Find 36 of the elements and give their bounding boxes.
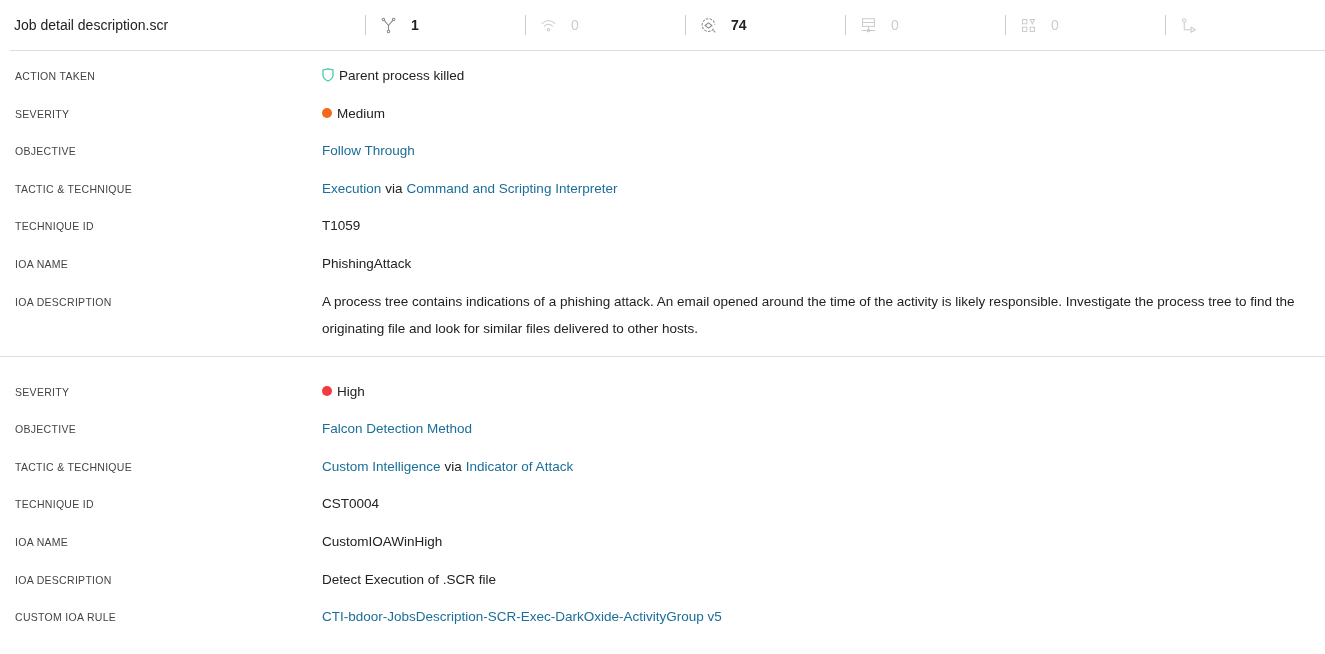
field-label: OBJECTIVE xyxy=(14,144,78,158)
link[interactable]: CTI-bdoor-JobsDescription-SCR-Exec-DarkOxide-ActivityGroup v5 xyxy=(322,609,722,625)
field-label: OBJECTIVE xyxy=(14,422,78,436)
field-label: IOA NAME xyxy=(14,256,70,270)
stat-count: 74 xyxy=(731,17,747,33)
field-value: CST0004 xyxy=(322,496,380,512)
link[interactable]: Follow Through xyxy=(322,143,415,159)
field-label: ACTION TAKEN xyxy=(14,69,97,82)
file-title: Job detail description.scr xyxy=(13,17,170,33)
field-label: TACTIC & TECHNIQUE xyxy=(14,181,134,195)
field-value: Parent process killed xyxy=(339,68,465,83)
link[interactable]: Indicator of Attack xyxy=(465,458,574,474)
link[interactable]: Falcon Detection Method xyxy=(322,421,473,437)
field-label: CUSTOM IOA RULE xyxy=(14,610,118,624)
link[interactable]: Custom Intelligence xyxy=(322,458,441,474)
field-value: A process tree contains indications of a phishing attack. An email opened around the time of the activity is likely responsible. Investigate the process tree to find the originating file and look for similar files delivered to other hosts. xyxy=(322,293,1295,336)
field-value: CustomIOAWinHigh xyxy=(322,533,443,549)
field-label: TECHNIQUE ID xyxy=(14,497,95,511)
field-label: SEVERITY xyxy=(14,384,71,398)
field-label: TACTIC & TECHNIQUE xyxy=(14,459,134,473)
field-label: TECHNIQUE ID xyxy=(14,219,95,233)
field-value: T1059 xyxy=(322,218,361,234)
field-label: IOA DESCRIPTION xyxy=(14,572,113,586)
shield-icon xyxy=(322,68,334,82)
field-label: IOA NAME xyxy=(14,534,70,548)
link[interactable]: Command and Scripting Interpreter xyxy=(406,180,618,196)
field-value: via xyxy=(444,458,462,474)
field-value: Medium xyxy=(337,105,385,121)
field-label: IOA DESCRIPTION xyxy=(14,294,113,308)
field-value: High xyxy=(337,383,365,399)
stat-count: 1 xyxy=(411,17,419,33)
field-value: Detect Execution of .SCR file xyxy=(322,571,497,587)
field-label: SEVERITY xyxy=(14,106,71,120)
field-value: via xyxy=(385,180,403,196)
link[interactable]: Execution xyxy=(322,180,382,196)
field-value: PhishingAttack xyxy=(322,255,412,271)
